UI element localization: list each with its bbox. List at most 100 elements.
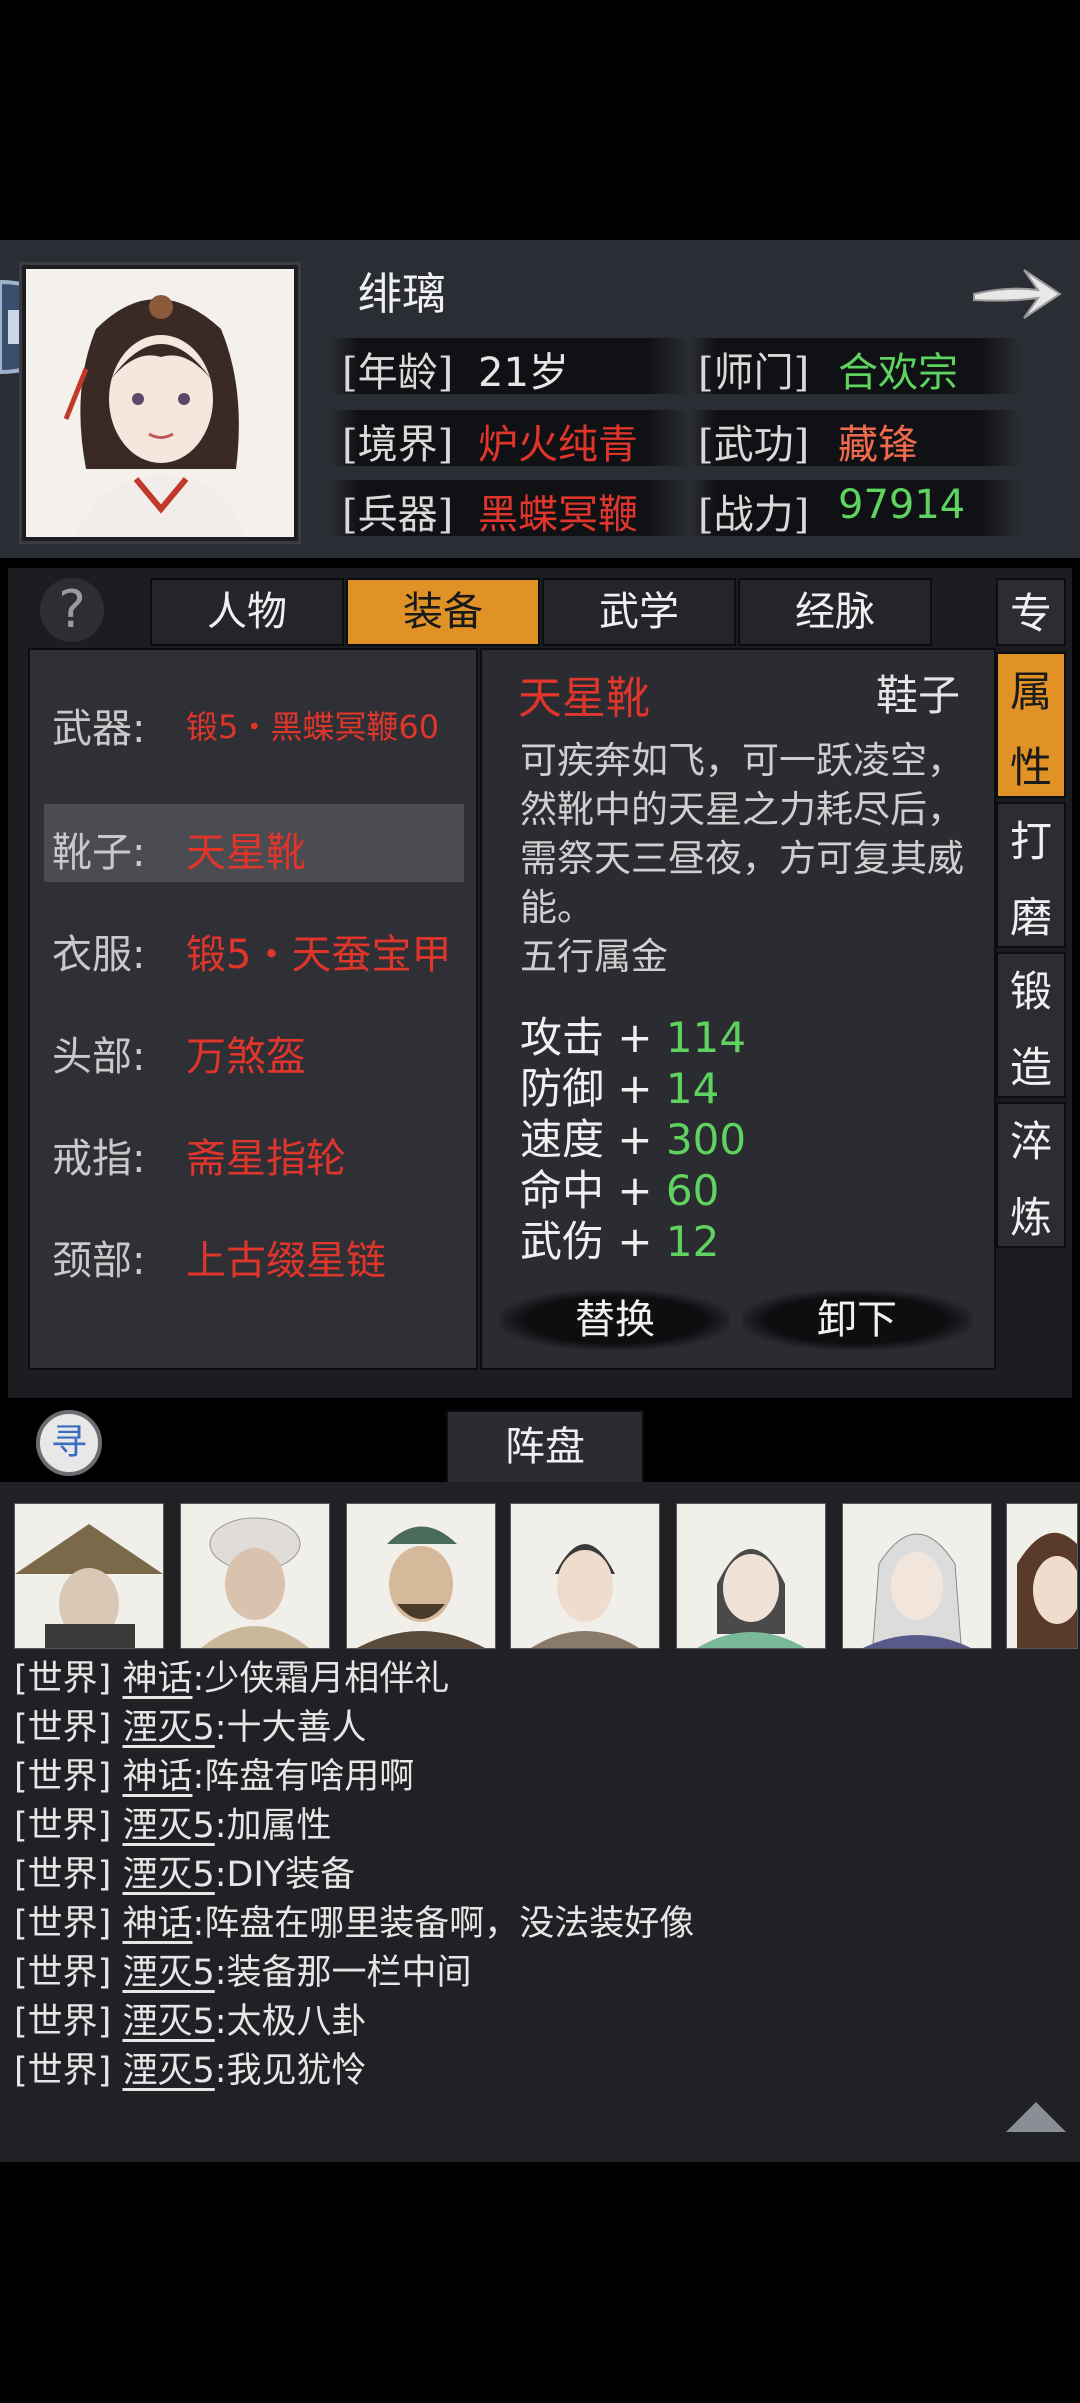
stat-row: 武伤 + 12 (520, 1217, 720, 1266)
stat-name: 武伤 (520, 1217, 605, 1266)
item-description-text: 可疾奔如飞，可一跃凌空，然靴中的天星之力耗尽后，需祭天三昼夜，方可复其威能。 (520, 739, 964, 929)
chat-text: :十大善人 (214, 1708, 367, 1748)
party-avatar[interactable] (510, 1503, 660, 1649)
sect-value: 合欢宗 (838, 350, 958, 396)
equipment-slot-list: 武器: 锻5・黑蝶冥鞭60 靴子: 天星靴 衣服: 锻5・天蚕宝甲 头部: 万煞… (28, 648, 478, 1370)
side-tab-forge[interactable]: 锻 造 (996, 952, 1066, 1098)
slot-label: 衣服: (52, 932, 146, 978)
character-portrait (22, 265, 298, 541)
party-avatar[interactable] (14, 1503, 164, 1649)
slot-item: 万煞盔 (186, 1034, 306, 1080)
chat-text: :阵盘在哪里装备啊，没法装好像 (192, 1904, 695, 1944)
chat-text: :我见犹怜 (214, 2051, 367, 2091)
slot-label: 靴子: (52, 830, 146, 876)
tab-meridians[interactable]: 经脉 (738, 578, 932, 646)
next-arrow-icon[interactable] (968, 256, 1064, 328)
chat-text: :太极八卦 (214, 2002, 367, 2042)
item-element: 五行属金 (520, 935, 668, 978)
chat-message: [世界] 湮灭5:DIY装备 (14, 1846, 355, 1897)
chat-user[interactable]: 湮灭5 (122, 2051, 214, 2091)
weapon-label: [兵器] (342, 492, 454, 538)
chat-channel: [世界] (14, 1904, 112, 1944)
martial-art-value: 藏锋 (838, 422, 918, 468)
chat-message: [世界] 神话:少侠霜月相伴礼 (14, 1650, 449, 1701)
power-label: [战力] (698, 492, 810, 538)
party-avatar[interactable] (1006, 1503, 1078, 1649)
search-icon[interactable]: 寻 (36, 1410, 102, 1476)
side-tab-temper[interactable]: 淬 炼 (996, 1102, 1066, 1248)
chat-channel: [世界] (14, 1953, 112, 1993)
side-tab-attributes[interactable]: 属 性 (996, 652, 1066, 798)
slot-weapon[interactable]: 武器: 锻5・黑蝶冥鞭60 (44, 680, 464, 758)
weapon-value: 黑蝶冥鞭 (478, 492, 638, 538)
chat-text: :少侠霜月相伴礼 (192, 1659, 450, 1699)
stat-value: 12 (665, 1217, 720, 1266)
slot-label: 戒指: (52, 1136, 146, 1182)
chat-user[interactable]: 神话 (122, 1904, 192, 1944)
scroll-up-icon[interactable] (1004, 2098, 1068, 2134)
slot-ring[interactable]: 戒指: 斋星指轮 (44, 1110, 464, 1188)
slot-label: 武器: (52, 706, 146, 752)
chat-channel: [世界] (14, 1806, 112, 1846)
chat-user[interactable]: 湮灭5 (122, 1953, 214, 1993)
martial-art-label: [武功] (698, 422, 810, 468)
slot-item: 天星靴 (186, 830, 306, 876)
chat-message: [世界] 湮灭5:装备那一栏中间 (14, 1944, 472, 1995)
formation-button[interactable]: 阵盘 (446, 1410, 644, 1484)
chat-channel: [世界] (14, 1855, 112, 1895)
help-icon[interactable]: ? (40, 578, 104, 642)
party-avatar[interactable] (346, 1503, 496, 1649)
chat-message: [世界] 湮灭5:太极八卦 (14, 1993, 367, 2044)
chat-channel: [世界] (14, 2002, 112, 2042)
chat-user[interactable]: 湮灭5 (122, 1806, 214, 1846)
age-label: [年龄] (342, 350, 454, 396)
side-tab-polish[interactable]: 打 磨 (996, 802, 1066, 948)
slot-item: 锻5・天蚕宝甲 (186, 932, 452, 978)
unequip-button[interactable]: 卸下 (742, 1290, 972, 1350)
replace-button[interactable]: 替换 (500, 1290, 730, 1350)
chat-user[interactable]: 湮灭5 (122, 2002, 214, 2042)
age-value: 21岁 (478, 350, 569, 396)
side-tab-bar: 专 属 性 打 磨 锻 造 淬 炼 (996, 578, 1066, 1248)
tab-character[interactable]: 人物 (150, 578, 344, 646)
chat-channel: [世界] (14, 1708, 112, 1748)
slot-armor[interactable]: 衣服: 锻5・天蚕宝甲 (44, 906, 464, 984)
chat-text: :阵盘有啥用啊 (192, 1757, 415, 1797)
sect-label: [师门] (698, 350, 810, 396)
item-name: 天星靴 (518, 673, 650, 724)
party-avatar[interactable] (676, 1503, 826, 1649)
chat-text: :加属性 (214, 1806, 332, 1846)
slot-neck[interactable]: 颈部: 上古缀星链 (44, 1212, 464, 1290)
chat-channel: [世界] (14, 1659, 112, 1699)
chat-user[interactable]: 神话 (122, 1659, 192, 1699)
slot-item: 锻5・黑蝶冥鞭60 (186, 708, 440, 746)
chat-text: :装备那一栏中间 (214, 1953, 472, 1993)
chat-user[interactable]: 湮灭5 (122, 1708, 214, 1748)
chat-message: [世界] 神话:阵盘在哪里装备啊，没法装好像 (14, 1895, 694, 1946)
slot-label: 颈部: (52, 1238, 146, 1284)
tab-martial-arts[interactable]: 武学 (542, 578, 736, 646)
tab-equipment[interactable]: 装备 (346, 578, 540, 646)
chat-message: [世界] 湮灭5:加属性 (14, 1797, 332, 1848)
party-avatar[interactable] (180, 1503, 330, 1649)
realm-label: [境界] (342, 422, 454, 468)
chat-channel: [世界] (14, 2051, 112, 2091)
slot-label: 头部: (52, 1034, 146, 1080)
chat-message: [世界] 湮灭5:十大善人 (14, 1699, 367, 1750)
chat-user[interactable]: 湮灭5 (122, 1855, 214, 1895)
slot-head[interactable]: 头部: 万煞盔 (44, 1008, 464, 1086)
party-avatar[interactable] (842, 1503, 992, 1649)
item-type: 鞋子 (876, 671, 961, 720)
realm-value: 炉火纯青 (478, 422, 638, 468)
side-tab-special[interactable]: 专 (996, 578, 1066, 646)
slot-item: 斋星指轮 (186, 1136, 346, 1182)
chat-user[interactable]: 神话 (122, 1757, 192, 1797)
chat-message: [世界] 湮灭5:我见犹怜 (14, 2042, 367, 2093)
power-value: 97914 (838, 482, 966, 528)
slot-item: 上古缀星链 (186, 1238, 386, 1284)
item-description: 可疾奔如飞，可一跃凌空，然靴中的天星之力耗尽后，需祭天三昼夜，方可复其威能。 五… (520, 736, 970, 981)
chat-channel: [世界] (14, 1757, 112, 1797)
chat-text: :DIY装备 (214, 1855, 356, 1895)
slot-boots[interactable]: 靴子: 天星靴 (44, 804, 464, 882)
character-name: 绯璃 (358, 269, 446, 320)
